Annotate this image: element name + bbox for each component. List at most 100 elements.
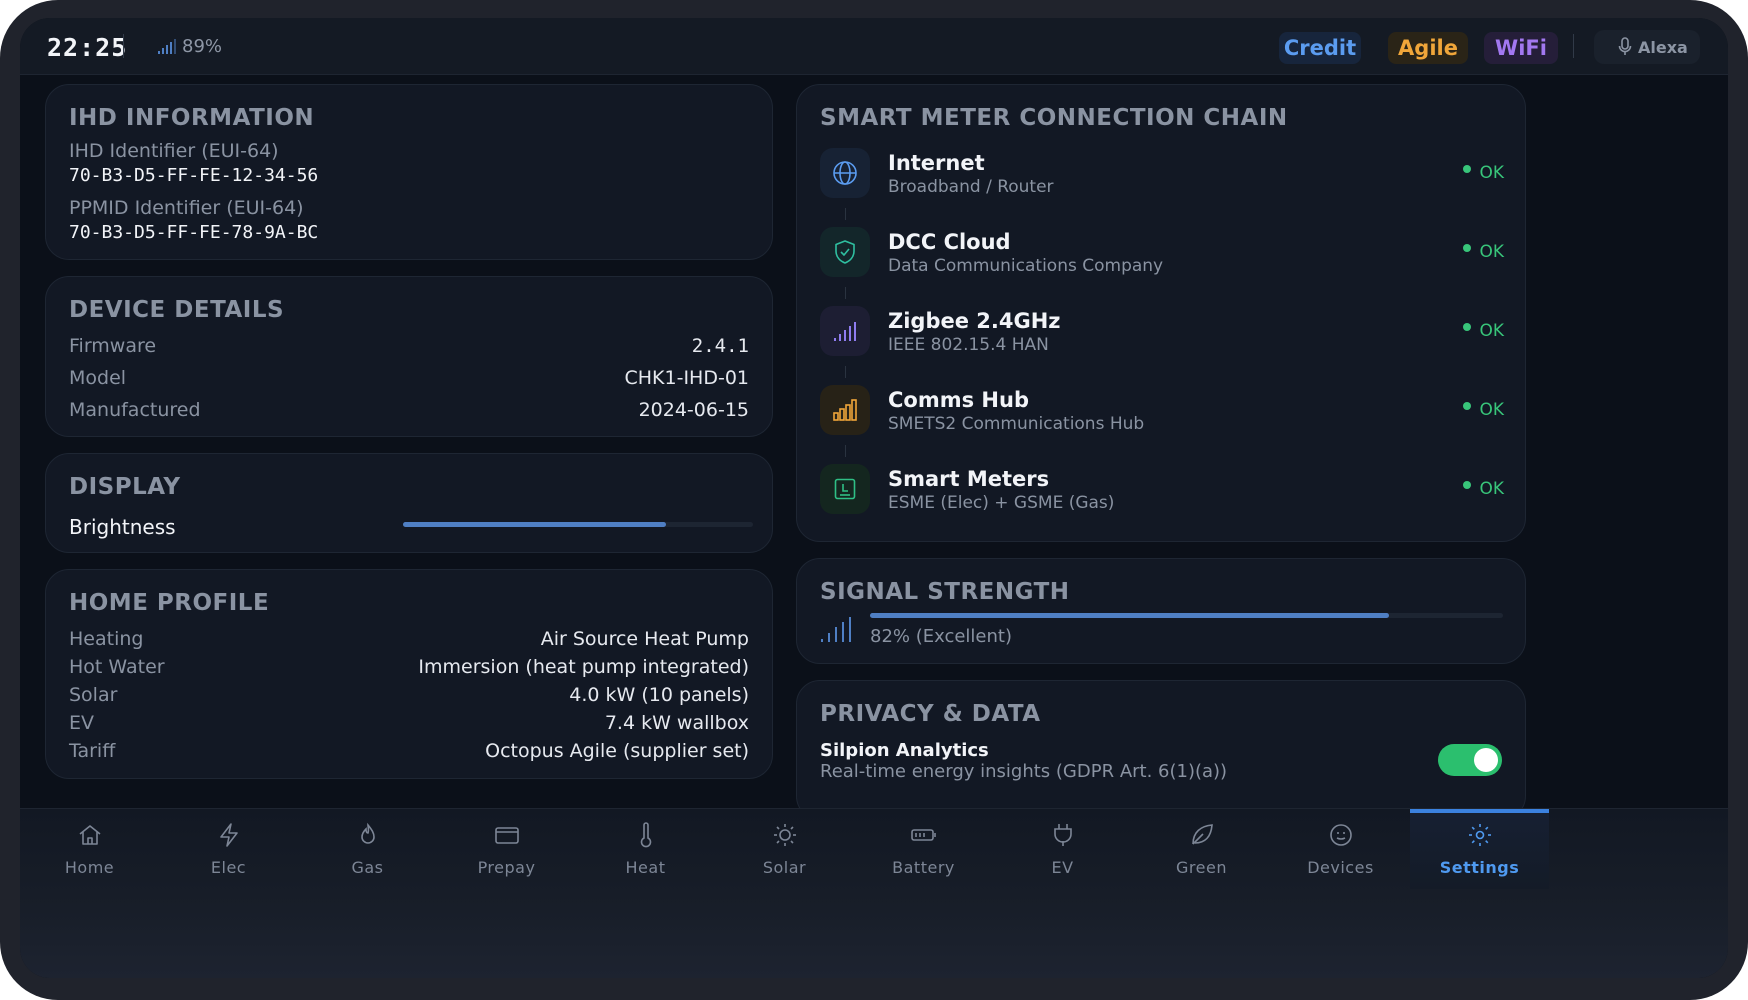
nav-heat[interactable]: Heat (576, 809, 715, 889)
battery-icon (911, 829, 936, 841)
status-divider (1573, 34, 1574, 58)
privacy-title: PRIVACY & DATA (820, 701, 1041, 727)
nav-solar[interactable]: Solar (715, 809, 854, 889)
bottom-nav: Home Elec Gas Prepay Heat Solar Battery … (20, 808, 1728, 978)
plug-icon (1054, 824, 1072, 846)
screen: 22:25 89% Credit Agile WiFi Alexa IHD IN… (20, 18, 1728, 978)
status-text: OK (1479, 479, 1504, 499)
ppmid-identifier-label: PPMID Identifier (EUI-64) (69, 197, 304, 219)
chain-item-smart-meters[interactable]: Smart Meters ESME (Elec) + GSME (Gas) OK (820, 464, 1504, 520)
ihd-identifier-label: IHD Identifier (EUI-64) (69, 140, 279, 162)
chain-item-name: Zigbee 2.4GHz (888, 309, 1061, 333)
chain-item-name: Internet (888, 151, 985, 175)
nav-label: Prepay (477, 858, 536, 877)
nav-devices[interactable]: Devices (1271, 809, 1410, 889)
microphone-icon (1618, 37, 1632, 55)
status-dot (1463, 323, 1472, 331)
chain-connector (845, 366, 846, 378)
hot-water-label: Hot Water (69, 656, 165, 678)
status-dot (1463, 165, 1472, 173)
nav-label: Gas (351, 858, 384, 877)
status-badge: OK (1463, 400, 1504, 420)
globe-icon (820, 148, 870, 198)
manufactured-value: 2024-06-15 (638, 399, 749, 421)
toggle-knob (1474, 748, 1498, 772)
solar-label: Solar (69, 684, 118, 706)
nav-ev[interactable]: EV (993, 809, 1132, 889)
status-text: OK (1479, 321, 1504, 341)
firmware-label: Firmware (69, 335, 157, 357)
home-profile-title: HOME PROFILE (69, 590, 270, 616)
shield-icon (820, 227, 870, 277)
brightness-slider-fill (403, 522, 666, 527)
status-text: OK (1479, 400, 1504, 420)
alexa-button[interactable]: Alexa (1594, 30, 1700, 64)
chain-item-dcc-cloud[interactable]: DCC Cloud Data Communications Company OK (820, 227, 1504, 283)
ihd-information-title: IHD INFORMATION (69, 105, 315, 131)
signal-strength-bar (870, 613, 1503, 618)
nav-label: Devices (1307, 858, 1374, 877)
model-value: CHK1-IHD-01 (624, 367, 749, 389)
flame-icon (361, 822, 375, 844)
status-text: OK (1479, 163, 1504, 183)
clock: 22:25 (47, 33, 128, 62)
signal-bars-icon (820, 306, 870, 356)
nav-prepay[interactable]: Prepay (437, 809, 576, 889)
tariff-value: Octopus Agile (supplier set) (485, 740, 749, 762)
chain-item-name: Comms Hub (888, 388, 1029, 412)
analytics-toggle[interactable] (1438, 744, 1502, 776)
status-dot (1463, 244, 1472, 252)
nav-home[interactable]: Home (20, 809, 159, 889)
leaf-icon (1192, 824, 1213, 845)
status-bar: 22:25 89% Credit Agile WiFi Alexa (20, 18, 1728, 75)
agile-pill[interactable]: Agile (1388, 32, 1468, 64)
chain-item-name: DCC Cloud (888, 230, 1011, 254)
nav-label: Battery (892, 858, 955, 877)
chain-item-internet[interactable]: Internet Broadband / Router OK (820, 148, 1504, 204)
analytics-description: Real-time energy insights (GDPR Art. 6(1… (820, 761, 1228, 782)
signal-strength-text: 82% (Excellent) (870, 626, 1012, 647)
wifi-pill[interactable]: WiFi (1484, 32, 1558, 64)
lightning-icon (220, 823, 238, 847)
nav-green[interactable]: Green (1132, 809, 1271, 889)
status-dot (1463, 402, 1472, 410)
chain-item-comms-hub[interactable]: Comms Hub SMETS2 Communications Hub OK (820, 385, 1504, 441)
nav-label: Settings (1439, 858, 1520, 877)
battery-level: 89% (182, 36, 223, 57)
chain-connector (845, 208, 846, 220)
display-title: DISPLAY (69, 474, 181, 500)
device-frame: 22:25 89% Credit Agile WiFi Alexa IHD IN… (0, 0, 1748, 1000)
device-details-title: DEVICE DETAILS (69, 297, 285, 323)
chain-item-name: Smart Meters (888, 467, 1050, 491)
chain-item-sub: Data Communications Company (888, 256, 1164, 276)
status-badge: OK (1463, 479, 1504, 499)
chain-item-sub: SMETS2 Communications Hub (888, 414, 1145, 434)
solar-value: 4.0 kW (10 panels) (569, 684, 749, 706)
nav-elec[interactable]: Elec (159, 809, 298, 889)
analytics-name: Silpion Analytics (820, 740, 989, 761)
nav-settings[interactable]: Settings (1410, 809, 1549, 889)
tariff-label: Tariff (69, 740, 116, 762)
nav-battery[interactable]: Battery (854, 809, 993, 889)
chain-connector (845, 287, 846, 299)
hub-bars-icon (820, 385, 870, 435)
nav-gas[interactable]: Gas (298, 809, 437, 889)
status-badge: OK (1463, 242, 1504, 262)
wallet-icon (495, 827, 519, 844)
nav-label: Green (1176, 858, 1227, 877)
credit-pill[interactable]: Credit (1279, 32, 1361, 64)
sun-icon (774, 824, 796, 846)
status-dot (1463, 481, 1472, 489)
nav-label: Solar (762, 858, 807, 877)
signal-strength-icon (821, 617, 851, 642)
chain-item-sub: IEEE 802.15.4 HAN (888, 335, 1049, 355)
signal-strength-card: SIGNAL STRENGTH 82% (Excellent) (796, 558, 1526, 664)
nav-label: Heat (625, 858, 666, 877)
chain-item-sub: Broadband / Router (888, 177, 1054, 197)
signal-strength-fill (870, 613, 1390, 618)
brightness-slider[interactable] (403, 522, 753, 527)
chain-item-sub: ESME (Elec) + GSME (Gas) (888, 493, 1115, 513)
meter-icon (820, 464, 870, 514)
chain-item-zigbee[interactable]: Zigbee 2.4GHz IEEE 802.15.4 HAN OK (820, 306, 1504, 362)
heating-value: Air Source Heat Pump (540, 628, 749, 650)
